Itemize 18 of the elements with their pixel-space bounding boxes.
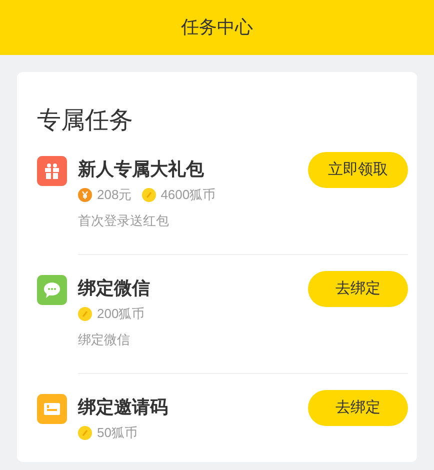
- reward-amount: 200狐币: [97, 305, 145, 323]
- coin-icon: [78, 307, 92, 321]
- task-button[interactable]: 去绑定: [308, 390, 408, 426]
- task-title: 绑定邀请码: [78, 396, 169, 419]
- page-title: 任务中心: [181, 16, 253, 40]
- section-title: 专属任务: [37, 106, 134, 136]
- coin-icon: [142, 188, 156, 202]
- task-title: 新人专属大礼包: [78, 158, 205, 181]
- task-description: 首次登录送红包: [78, 212, 170, 230]
- reward-amount: 208元: [97, 186, 132, 204]
- reward-amount: 50狐币: [97, 424, 138, 442]
- task-description: 绑定微信: [78, 331, 131, 349]
- reward-amount: 4600狐币: [160, 186, 216, 204]
- coin-icon: [78, 426, 92, 440]
- task-button[interactable]: 立即领取: [308, 152, 408, 188]
- task-title: 绑定微信: [78, 277, 151, 300]
- yuan-coin-icon: [78, 188, 92, 202]
- task-button[interactable]: 去绑定: [308, 271, 408, 307]
